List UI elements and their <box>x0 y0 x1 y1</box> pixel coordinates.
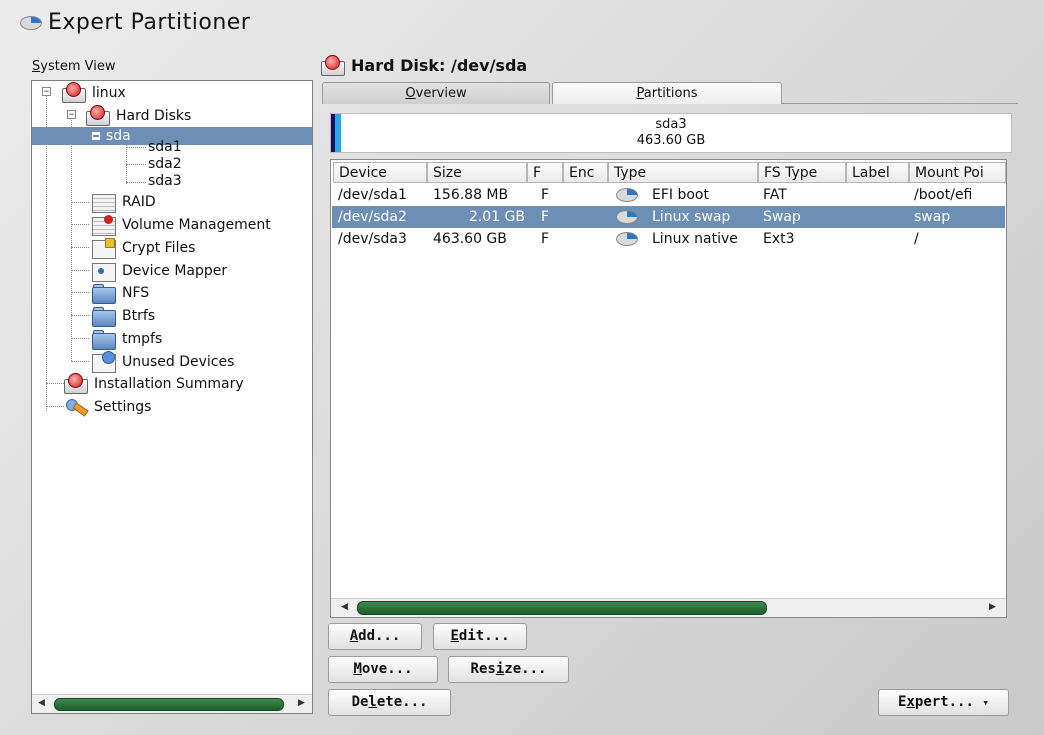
cell-mount-point: /boot/efi <box>914 187 973 203</box>
installation-summary-icon <box>64 373 88 394</box>
expert-menu-button[interactable]: Expert... ▾ <box>878 689 1009 716</box>
nfs-folder-icon <box>92 283 116 304</box>
cell-mount-point: swap <box>914 209 951 225</box>
resize-button[interactable]: Resize... <box>448 656 569 683</box>
column-header-size[interactable]: Size <box>427 162 527 183</box>
cell-device: /dev/sda3 <box>338 231 407 247</box>
tree-item-crypt-files[interactable]: Crypt Files <box>92 237 195 259</box>
tab-overview[interactable]: Overview <box>322 82 550 104</box>
column-header-enc[interactable]: Enc <box>563 162 608 183</box>
tree-item-nfs[interactable]: NFS <box>92 282 149 304</box>
disk-usage-bar[interactable]: sda3 463.60 GB <box>330 113 1012 153</box>
tree-item-sda[interactable]: sda <box>92 125 131 147</box>
window-title: Expert Partitioner <box>18 10 250 35</box>
cell-mount-point: / <box>914 231 919 247</box>
cell-device: /dev/sda2 <box>338 209 407 225</box>
tree-item-sda3[interactable]: sda3 <box>148 171 182 191</box>
column-header-mount-point[interactable]: Mount Poi <box>909 162 1006 183</box>
collapse-hard-disks-icon[interactable]: − <box>67 110 76 120</box>
partition-type-icon <box>614 184 644 206</box>
partition-type-icon <box>614 228 644 250</box>
column-header-type[interactable]: Type <box>608 162 758 183</box>
tmpfs-folder-icon <box>92 329 116 350</box>
partitions-table[interactable]: Device Size F Enc Type FS Type Label Mou… <box>330 159 1007 618</box>
settings-wrench-icon <box>64 398 89 417</box>
system-view-label: System View <box>32 59 116 74</box>
hard-disk-icon <box>62 82 86 103</box>
cell-size: 156.88 MB <box>433 187 509 203</box>
add-button[interactable]: Add... <box>328 623 422 650</box>
cell-f: F <box>541 187 550 203</box>
table-row[interactable]: /dev/sda3 463.60 GB F Linux native Ext3 … <box>332 228 1005 250</box>
column-header-f[interactable]: F <box>527 162 563 183</box>
cell-fs-type: Ext3 <box>763 231 795 247</box>
column-header-device[interactable]: Device <box>333 162 427 183</box>
tree-item-hard-disks[interactable]: Hard Disks <box>86 105 191 127</box>
unused-devices-icon <box>92 351 116 373</box>
move-button[interactable]: Move... <box>328 656 438 683</box>
cell-f: F <box>541 209 550 225</box>
cell-f: F <box>541 231 550 247</box>
tree-item-unused-devices[interactable]: Unused Devices <box>92 351 234 373</box>
edit-button[interactable]: Edit... <box>433 623 527 650</box>
tree-horizontal-scrollbar[interactable]: ◀ ▶ <box>32 694 312 713</box>
table-horizontal-scrollbar[interactable]: ◀ ▶ <box>331 598 1006 617</box>
tree-item-raid[interactable]: RAID <box>92 191 156 213</box>
tree-item-btrfs[interactable]: Btrfs <box>92 305 155 327</box>
tree-item-tmpfs[interactable]: tmpfs <box>92 328 162 350</box>
tree-item-installation-summary[interactable]: Installation Summary <box>64 373 244 395</box>
column-header-fs-type[interactable]: FS Type <box>758 162 846 183</box>
cell-device: /dev/sda1 <box>338 187 407 203</box>
chevron-down-icon: ▾ <box>982 696 989 709</box>
cell-type: Linux swap <box>652 209 731 225</box>
scroll-right-icon[interactable]: ▶ <box>989 602 996 612</box>
collapse-linux-icon[interactable]: − <box>42 87 51 97</box>
cell-type: Linux native <box>652 231 738 247</box>
system-view-tree[interactable]: − − linux Hard Disks sda sda1 sda2 sda3 … <box>31 80 313 714</box>
tree-item-settings[interactable]: Settings <box>64 396 151 418</box>
hard-disk-icon <box>321 54 345 76</box>
hard-disk-icon <box>86 105 110 126</box>
volume-management-icon <box>92 215 116 236</box>
scroll-right-icon[interactable]: ▶ <box>298 698 305 708</box>
window-title-text: Expert Partitioner <box>48 10 251 35</box>
btrfs-folder-icon <box>92 306 116 327</box>
collapse-sda-icon[interactable] <box>92 132 100 140</box>
disk-bar-partition-name: sda3 <box>655 117 687 132</box>
hard-disk-title: Hard Disk: /dev/sda <box>321 54 527 76</box>
partition-type-icon <box>614 206 644 228</box>
tree-item-device-mapper[interactable]: Device Mapper <box>92 260 227 282</box>
cell-fs-type: Swap <box>763 209 801 225</box>
disk-bar-partition-size: 463.60 GB <box>636 133 706 148</box>
tree-item-volume-management[interactable]: Volume Management <box>92 214 271 236</box>
cell-size: 463.60 GB <box>433 231 507 247</box>
cell-type: EFI boot <box>652 187 709 203</box>
tree-item-linux[interactable]: linux <box>62 82 126 104</box>
partitioner-icon <box>18 15 42 31</box>
table-row-selected[interactable]: /dev/sda2 2.01 GB F Linux swap Swap swap <box>332 206 1005 228</box>
column-header-label[interactable]: Label <box>846 162 909 183</box>
scroll-left-icon[interactable]: ◀ <box>38 698 45 708</box>
cell-size: 2.01 GB <box>468 209 525 225</box>
table-scroll-thumb[interactable] <box>357 601 767 615</box>
delete-button[interactable]: Delete... <box>328 689 451 716</box>
scroll-left-icon[interactable]: ◀ <box>341 602 348 612</box>
crypt-files-icon <box>92 238 116 259</box>
device-mapper-icon <box>92 261 116 282</box>
cell-fs-type: FAT <box>763 187 787 203</box>
tab-partitions[interactable]: Partitions <box>552 82 782 104</box>
table-row[interactable]: /dev/sda1 156.88 MB F EFI boot FAT /boot… <box>332 184 1005 206</box>
tree-scroll-thumb[interactable] <box>54 698 284 711</box>
raid-icon <box>92 192 116 213</box>
